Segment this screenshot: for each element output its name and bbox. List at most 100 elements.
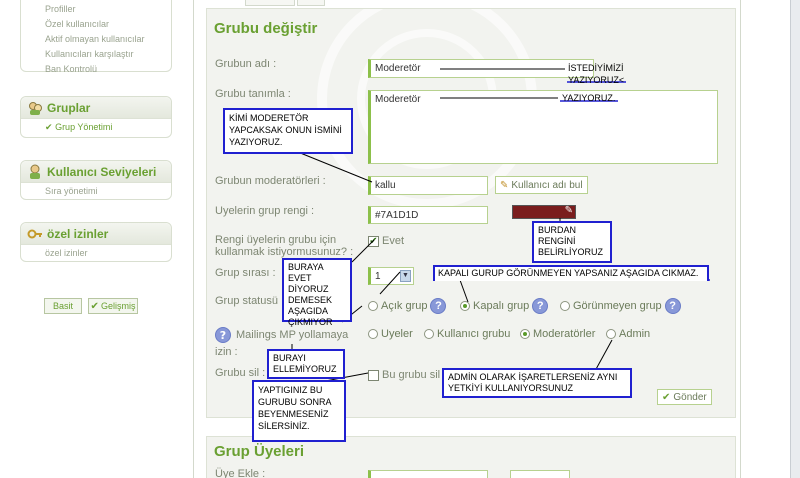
annotation-text: RENGİNİ [538, 236, 576, 246]
check-icon: ✔ [90, 300, 99, 312]
group-color-label: Uyelerin grup rengi : [215, 205, 315, 217]
group-order-select[interactable]: 1 ▼ [368, 267, 414, 285]
status-open-radio[interactable] [368, 301, 378, 311]
annotation-text: YETKİYİ KULLANIYORSUNUZ [448, 383, 574, 393]
annotation-text: KİMİ MODERETÖR [229, 113, 309, 123]
group-description-label: Grubu tanımla : [215, 88, 291, 100]
status-closed-label: Kapalı grup [473, 300, 530, 312]
mail-admin-option[interactable]: Admin [606, 328, 650, 340]
members-menu-box: Profiller Özel kullanıcılar Aktif olmaya… [20, 0, 172, 74]
basic-mode-button[interactable]: Basit [44, 298, 82, 314]
use-color-value: Evet [382, 235, 405, 247]
annotation-text: BEYENMESENİZ [258, 409, 329, 419]
status-open-option[interactable]: Açık grup ? [368, 298, 447, 314]
add-member-button[interactable] [510, 470, 570, 478]
annotation-text: YAZIYORUZ. [229, 137, 283, 147]
help-icon[interactable]: ? [215, 327, 231, 343]
levels-title: Kullanıcı Seviyeleri [47, 164, 157, 179]
annotation-text: BURDAN [538, 225, 577, 235]
submit-label: Gönder [673, 391, 707, 403]
scrollbar-track[interactable] [790, 0, 800, 478]
advanced-mode-label: Gelişmiş [100, 301, 136, 311]
tab-stub-2[interactable] [297, 0, 325, 6]
groups-title: Gruplar [47, 100, 91, 115]
group-moderators-label: Grubun moderatörleri : [215, 175, 326, 187]
sidebar-item-profiles[interactable]: Profiller [21, 2, 171, 17]
annotation-description: YAZIYORUZ. [562, 93, 616, 103]
sidebar-item-special-users[interactable]: Özel kullanıcılar [21, 17, 171, 32]
annotation-text: ELLEMİYORUZ [273, 364, 337, 374]
group-order-label: Grup sırası : [215, 267, 276, 279]
group-description-textarea[interactable]: Moderetör [368, 90, 718, 164]
delete-group-checkbox[interactable] [368, 370, 379, 381]
status-hidden-option[interactable]: Görünmeyen grup ? [560, 298, 681, 314]
use-color-checkbox[interactable]: ✔ [368, 236, 379, 247]
chevron-down-icon: ▼ [400, 270, 411, 282]
groups-icon [27, 100, 43, 116]
check-icon: ✔ [662, 391, 671, 403]
annotation-text: ADMİN OLARAK İŞARETLERSENİZ AYNI [448, 372, 618, 382]
annotation-name-line-1: İSTEDİYİMİZİ [568, 63, 624, 73]
help-icon[interactable]: ? [664, 298, 681, 314]
status-closed-option[interactable]: Kapalı grup ? [460, 298, 549, 314]
sidebar-item-inactive-users[interactable]: Aktif olmayan kullanıcılar [21, 32, 171, 47]
mail-admin-radio[interactable] [606, 329, 616, 339]
mail-usergroup-option[interactable]: Kullanıcı grubu [424, 328, 510, 340]
mail-members-option[interactable]: Uyeler [368, 328, 413, 340]
group-members-title: Grup Üyeleri [214, 443, 305, 460]
advanced-mode-button[interactable]: ✔ Gelişmiş [88, 298, 138, 314]
color-picker-icon: ✎ [564, 205, 573, 216]
annotation-name-line-2: YAZIYORUZ< [568, 75, 625, 85]
help-icon[interactable]: ? [430, 298, 447, 314]
find-username-button[interactable]: ✎ Kullanıcı adı bul [495, 176, 588, 194]
annotation-color-note: BURDAN RENGİNİ BELİRLİYORUZ [532, 221, 612, 263]
annotation-text: BELİRLİYORUZ [538, 247, 604, 257]
add-member-input[interactable] [368, 470, 488, 478]
mail-moderators-option[interactable]: Moderatörler [520, 328, 595, 340]
add-member-label: Üye Ekle : [215, 468, 266, 478]
annotation-text: ÇIKMIYOR [288, 317, 333, 327]
mail-moderators-label: Moderatörler [533, 328, 596, 340]
edit-group-title: Grubu değiştir [214, 20, 318, 37]
delete-group-text: Bu grubu sil [382, 369, 441, 381]
annotation-delete-note: YAPTIGINIZ BU GURUBU SONRA BEYENMESENİZ … [252, 380, 346, 442]
status-hidden-label: Görünmeyen grup [573, 300, 662, 312]
levels-menu-box: Kullanıcı Seviyeleri Sıra yönetimi [20, 160, 172, 200]
status-hidden-radio[interactable] [560, 301, 570, 311]
key-icon [27, 226, 43, 242]
color-swatch[interactable]: ✎ [512, 205, 576, 219]
mail-moderators-radio[interactable] [520, 329, 530, 339]
mail-members-radio[interactable] [368, 329, 378, 339]
mail-members-label: Uyeler [381, 328, 413, 340]
group-order-value: 1 [375, 270, 381, 282]
group-name-input[interactable]: Moderetör [368, 59, 594, 78]
tab-stub[interactable] [245, 0, 295, 6]
annotation-text: BURAYI [273, 353, 306, 363]
annotation-text: SİLERSİNİZ. [258, 421, 310, 431]
annotation-text: DİYORUZ [288, 284, 329, 294]
sidebar-item-ban-control[interactable]: Ban Kontrolü [21, 62, 171, 77]
group-moderators-input[interactable]: kallu [368, 176, 488, 195]
mail-usergroup-radio[interactable] [424, 329, 434, 339]
group-color-input[interactable]: #7A1D1D [368, 206, 488, 224]
sidebar-item-group-management[interactable]: ✔ Grup Yönetimi [21, 119, 171, 135]
annotation-use-color-note: BURAYA EVET DİYORUZ DEMESEK AŞAGIDA ÇIKM… [282, 258, 352, 327]
annotation-admin-note: ADMİN OLARAK İŞARETLERSENİZ AYNI YETKİYİ… [442, 368, 632, 398]
annotation-text: BURAYA EVET [288, 262, 324, 283]
sidebar-item-special-permissions[interactable]: özel izinler [21, 245, 171, 261]
help-icon[interactable]: ? [532, 298, 549, 314]
mailing-permission-label-line-2: izin : [215, 346, 238, 358]
permissions-title: özel izinler [47, 226, 109, 241]
pencil-icon: ✎ [500, 179, 509, 191]
delete-group-label: Grubu sil : [215, 367, 266, 379]
status-closed-radio[interactable] [460, 301, 470, 311]
sidebar-item-rank-management[interactable]: Sıra yönetimi [21, 183, 171, 199]
mail-admin-label: Admin [619, 328, 651, 340]
users-icon [27, 164, 43, 180]
submit-button[interactable]: ✔ Gönder [657, 389, 712, 405]
annotation-moderator-note: KİMİ MODERETÖR YAPCAKSAK ONUN İSMİNİ YAZ… [223, 108, 353, 154]
status-open-label: Açık grup [381, 300, 428, 312]
annotation-mailing-note: BURAYI ELLEMİYORUZ [267, 349, 345, 379]
sidebar-item-compare-users[interactable]: Kullanıcıları karşılaştır [21, 47, 171, 62]
find-username-label: Kullanıcı adı bul [511, 179, 583, 191]
